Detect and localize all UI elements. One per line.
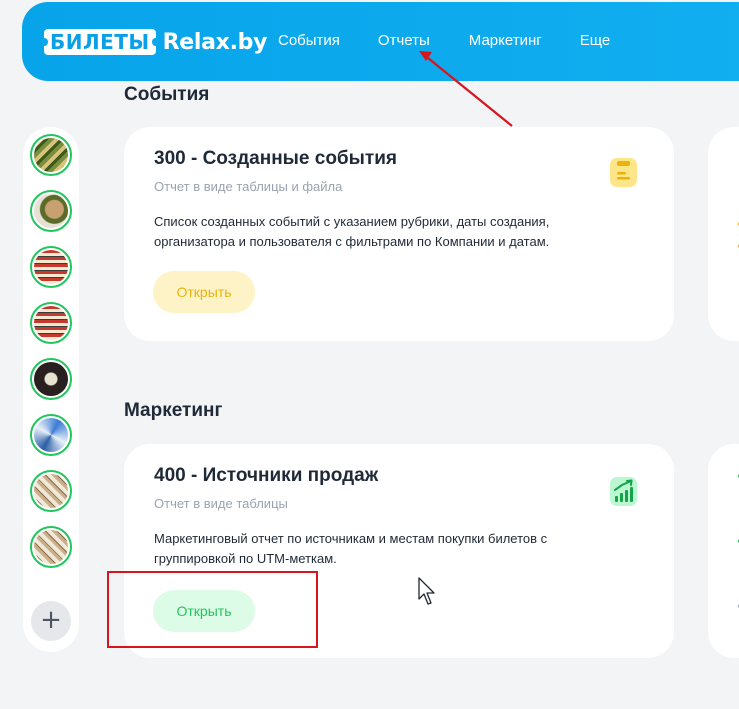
mouse-cursor-icon: [418, 577, 435, 605]
annotation-highlight-box: [107, 571, 318, 648]
